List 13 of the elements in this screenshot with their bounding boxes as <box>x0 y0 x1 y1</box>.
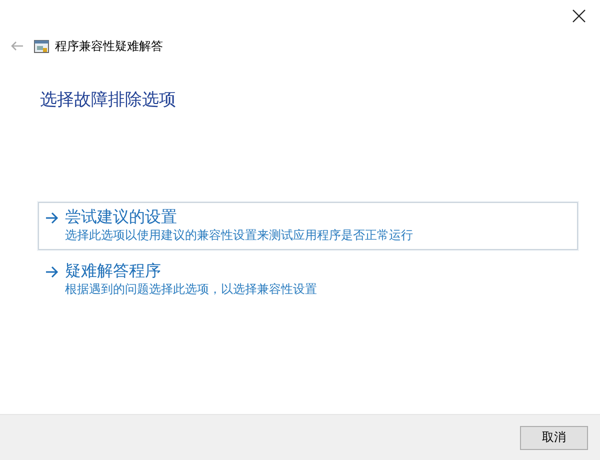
cancel-button[interactable]: 取消 <box>520 426 588 450</box>
option-link[interactable]: 疑难解答程序 根据遇到的问题选择此选项，以选择兼容性设置 <box>38 256 578 304</box>
option-link[interactable]: 尝试建议的设置 选择此选项以使用建议的兼容性设置来测试应用程序是否正常运行 <box>38 202 578 250</box>
option-description: 根据遇到的问题选择此选项，以选择兼容性设置 <box>65 281 317 298</box>
option-description: 选择此选项以使用建议的兼容性设置来测试应用程序是否正常运行 <box>65 227 413 244</box>
page-heading: 选择故障排除选项 <box>40 89 177 111</box>
arrow-icon <box>45 266 59 278</box>
window-icon <box>34 40 49 52</box>
close-icon[interactable] <box>572 9 586 23</box>
arrow-icon <box>45 212 59 224</box>
window-title: 程序兼容性疑难解答 <box>55 38 163 54</box>
option-title: 疑难解答程序 <box>65 261 162 281</box>
option-title: 尝试建议的设置 <box>65 207 178 227</box>
